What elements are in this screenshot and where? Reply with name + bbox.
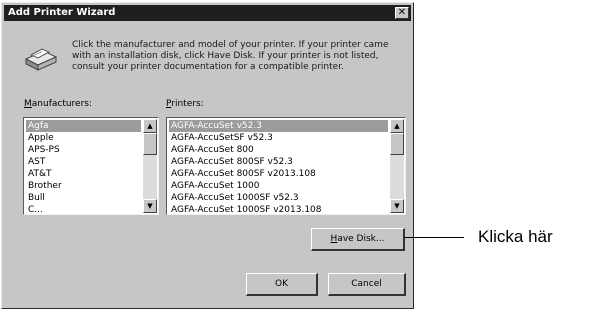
manufacturers-items: Agfa Apple APS-PS AST AT&T Brother Bull … [26, 120, 141, 212]
have-disk-label: ave Disk... [337, 234, 385, 244]
ok-button[interactable]: OK [246, 273, 318, 296]
printer-icon [24, 48, 58, 71]
printers-items: AGFA-AccuSet v52.3 AGFA-AccuSetSF v52.3 … [169, 120, 388, 212]
manufacturers-label: Manufacturers: [24, 99, 92, 110]
manufacturers-label-rest: anufacturers: [31, 99, 93, 109]
manufacturers-list[interactable]: Agfa Apple APS-PS AST AT&T Brother Bull … [23, 117, 159, 215]
close-button[interactable]: ✕ [395, 7, 409, 19]
scroll-up-arrow-icon[interactable]: ▲ [390, 119, 404, 133]
list-item[interactable]: AGFA-AccuSet 1000 [169, 180, 388, 192]
callout-label: Klicka här [478, 227, 553, 246]
instruction-text: Click the manufacturer and model of your… [72, 40, 389, 72]
list-item[interactable]: Agfa [26, 120, 141, 132]
list-item[interactable]: AGFA-AccuSet 1000SF v2013.108 [169, 204, 388, 212]
list-item[interactable]: AGFA-AccuSetSF v52.3 [169, 132, 388, 144]
list-item[interactable]: APS-PS [26, 144, 141, 156]
list-item[interactable]: AGFA-AccuSet 800SF v2013.108 [169, 168, 388, 180]
printers-label-rest: rinters: [171, 99, 204, 109]
printers-list[interactable]: AGFA-AccuSet v52.3 AGFA-AccuSetSF v52.3 … [166, 117, 406, 215]
list-item[interactable]: Brother [26, 180, 141, 192]
list-item[interactable]: AGFA-AccuSet 1000SF v52.3 [169, 192, 388, 204]
scroll-down-arrow-icon[interactable]: ▼ [390, 199, 404, 213]
add-printer-wizard-dialog: Add Printer Wizard ✕ Click the manufactu… [1, 2, 414, 309]
have-disk-button[interactable]: Have Disk... [311, 228, 405, 251]
list-item[interactable]: AGFA-AccuSet 800SF v52.3 [169, 156, 388, 168]
printers-label: Printers: [166, 99, 204, 110]
list-item[interactable]: AGFA-AccuSet 800 [169, 144, 388, 156]
manufacturers-label-accel: M [24, 99, 32, 109]
scrollbar-thumb[interactable] [143, 133, 157, 155]
list-item[interactable]: AST [26, 156, 141, 168]
list-item[interactable]: AGFA-AccuSet v52.3 [169, 120, 388, 132]
list-item[interactable]: Apple [26, 132, 141, 144]
list-item[interactable]: AT&T [26, 168, 141, 180]
callout-line [404, 237, 464, 238]
cancel-button[interactable]: Cancel [328, 273, 406, 296]
manufacturers-scrollbar[interactable]: ▲ ▼ [143, 119, 157, 213]
list-item[interactable]: C... [26, 204, 141, 212]
window-title: Add Printer Wizard [8, 7, 116, 18]
scroll-up-arrow-icon[interactable]: ▲ [143, 119, 157, 133]
scrollbar-thumb[interactable] [390, 133, 404, 155]
list-item[interactable]: Bull [26, 192, 141, 204]
title-bar: Add Printer Wizard ✕ [4, 5, 411, 21]
printers-scrollbar[interactable]: ▲ ▼ [390, 119, 404, 213]
scroll-down-arrow-icon[interactable]: ▼ [143, 199, 157, 213]
